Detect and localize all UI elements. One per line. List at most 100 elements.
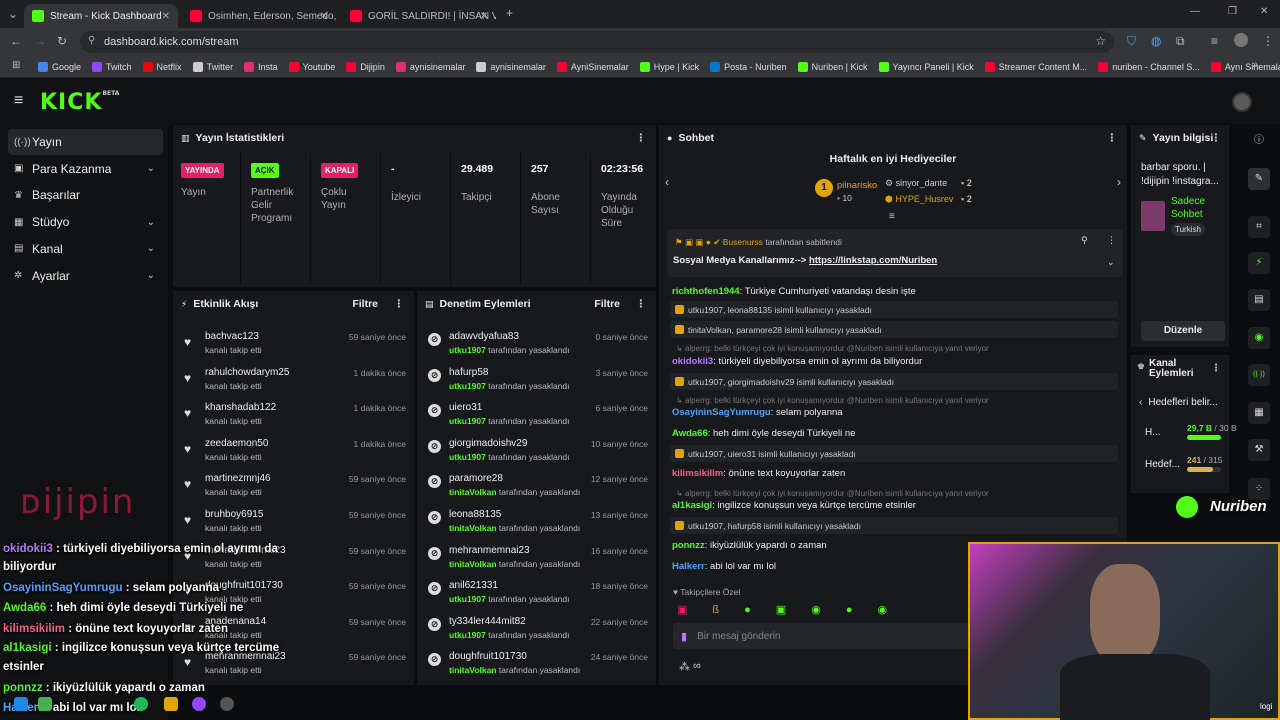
new-tab-button[interactable]: +	[506, 6, 513, 20]
bookmark-star-icon[interactable]: ☆	[1095, 34, 1106, 48]
back-icon[interactable]: ←	[10, 34, 22, 48]
tab-search-icon[interactable]: ⌄	[8, 7, 18, 21]
extension-shield-icon[interactable]: ⛉	[1127, 34, 1136, 49]
forward-icon[interactable]: →	[34, 34, 46, 48]
browser-tab[interactable]: Osimhen, Ederson, Semedo, Br...✕	[182, 4, 336, 28]
extension-globe-icon[interactable]: ◍	[1151, 34, 1161, 48]
wrench-icon[interactable]: ⚒	[1248, 439, 1270, 461]
chat-message[interactable]: richthofen1944: Türkiye Cumhuriyeti vata…	[672, 286, 916, 297]
moderation-row[interactable]: ⊘ paramore28 tinitaVolkan tarafından yasak…	[417, 469, 656, 505]
taskbar-app-icon[interactable]	[192, 697, 206, 711]
bookmark-item[interactable]: aynisinemalar	[395, 61, 465, 72]
taskbar-app-icon[interactable]	[14, 697, 28, 711]
site-info-icon[interactable]: ⚲	[88, 35, 95, 46]
moderation-row[interactable]: ⊘ mehranmemnai23 tinitaVolkan tarafından y…	[417, 541, 656, 577]
reload-icon[interactable]: ↻	[57, 34, 67, 48]
bookmark-item[interactable]: Insta	[244, 61, 278, 72]
browser-menu-icon[interactable]: ⋮	[1262, 34, 1274, 48]
chat-username[interactable]: Awda66	[672, 428, 708, 439]
bolt-icon[interactable]: ⚡	[1248, 252, 1270, 274]
moderation-row[interactable]: ⊘ ty334ler444mit82 utku1907 tarafından yas…	[417, 612, 656, 648]
activity-filter-button[interactable]: Filtre	[352, 298, 378, 310]
apps-grid-icon[interactable]: ⊞	[12, 60, 20, 71]
gifters-next-icon[interactable]: ›	[1117, 175, 1121, 189]
profile-avatar[interactable]	[1234, 33, 1248, 47]
bookmark-item[interactable]: Netflix	[142, 61, 182, 72]
bookmark-item[interactable]: Youtube	[288, 61, 335, 72]
extensions-puzzle-icon[interactable]: ⧉	[1176, 34, 1185, 49]
mic-icon[interactable]: ▮	[681, 630, 687, 643]
bookmark-item[interactable]: Google	[38, 61, 81, 72]
chat-icon[interactable]: ◉	[1248, 327, 1270, 349]
tab-close-icon[interactable]: ✕	[480, 11, 488, 22]
chat-message[interactable]: OsayininSagYumrugu: selam polyanna	[672, 407, 843, 418]
activity-menu-icon[interactable]: ⋮	[394, 298, 405, 310]
chat-message[interactable]: kilimsikilim: önüne text koyuyorlar zate…	[672, 468, 845, 479]
taskbar-app-icon[interactable]	[220, 697, 234, 711]
chat-reply-context[interactable]: ↳ alperrg: belki türkçeyi çok iyi konuşa…	[676, 489, 989, 498]
bookmark-item[interactable]: Posta - Nuriben	[710, 61, 787, 72]
kick-logo[interactable]: KICKBETA	[40, 90, 119, 115]
activity-row[interactable]: ♥ rahulchowdarym25 kanalı takip etti 1 daki…	[173, 363, 414, 399]
moderation-row[interactable]: ⊘ adawvdyafua83 utku1907 tarafından yasakl…	[417, 327, 656, 363]
chat-username[interactable]: Halkerr	[672, 561, 705, 572]
browser-tab[interactable]: GORİL SALDIRDI! | İNSAN VAH...✕	[342, 4, 496, 28]
chat-username[interactable]: ponnzz	[672, 540, 705, 551]
chat-username[interactable]: richthofen1944	[672, 286, 740, 297]
chat-reply-context[interactable]: ↳ alperrg: belki türkçeyi çok iyi konuşa…	[676, 344, 989, 353]
sidebar-item-kanal[interactable]: ▤ Kanal ⌄	[8, 236, 163, 262]
sidebar-item-yayın[interactable]: ((·)) Yayın	[8, 129, 163, 155]
broadcast-icon[interactable]: ((·))	[1248, 364, 1270, 386]
crop-icon[interactable]: ⌗	[1248, 216, 1270, 238]
url-field[interactable]: ⚲ dashboard.kick.com/stream ☆	[80, 31, 1114, 53]
moderation-row[interactable]: ⊘ doughfruit101730 tinitaVolkan tarafından…	[417, 647, 656, 683]
moderation-row[interactable]: ⊘ uiero31 utku1907 tarafından yasaklandı 6 …	[417, 398, 656, 434]
bookmark-item[interactable]: Hype | Kick	[639, 61, 699, 72]
taskbar-app-icon[interactable]	[38, 697, 52, 711]
bookmark-item[interactable]: aynisinemalar	[476, 61, 546, 72]
activity-row[interactable]: ♥ martinezmnj46 kanalı takip etti 59 saniye…	[173, 469, 414, 505]
tab-close-icon[interactable]: ✕	[320, 11, 328, 22]
gifters-prev-icon[interactable]: ‹	[665, 175, 669, 189]
info-icon[interactable]: ⓘ	[1248, 130, 1270, 152]
sidebar-item-başarılar[interactable]: ♛ Başarılar	[8, 182, 163, 208]
chat-message[interactable]: al1kasigi: ingilizce konuşsun veya kürtç…	[672, 500, 916, 511]
chevron-down-icon[interactable]: ⌄	[147, 217, 155, 228]
moderation-row[interactable]: ⊘ anil621331 utku1907 tarafından yasakland…	[417, 576, 656, 612]
stats-menu-icon[interactable]: ⋮	[636, 132, 647, 144]
chat-message[interactable]: okidokii3: türkiyeli diyebiliyorsa emin …	[672, 356, 922, 367]
goals-back-button[interactable]: ‹ Hedefleri belir...	[1139, 397, 1218, 408]
pinned-message[interactable]: ⚑ ▣ ▣ ● ✔ Busenurss tarafından sabitlend…	[667, 229, 1123, 277]
gifter-name[interactable]: ⬢ HYPE_Husrev	[885, 194, 953, 205]
filter-icon[interactable]: ≡	[889, 211, 895, 222]
gifter-name[interactable]: ⚙ sinyor_dante	[885, 178, 947, 189]
gifter-name[interactable]: piinarisko	[837, 180, 877, 191]
chat-username[interactable]: OsayininSagYumrugu	[672, 407, 771, 418]
close-window-icon[interactable]: ✕	[1260, 6, 1268, 17]
bookmark-item[interactable]: Nuriben | Kick	[797, 61, 868, 72]
edit-icon[interactable]: ✎	[1248, 168, 1270, 190]
pin-icon[interactable]: ⚲	[1081, 235, 1088, 246]
bookmarks-overflow-icon[interactable]: »	[1252, 59, 1258, 71]
pinned-link[interactable]: https://linkstap.com/Nuriben	[809, 255, 937, 266]
edit-info-button[interactable]: Düzenle	[1141, 321, 1225, 341]
moderation-row[interactable]: ⊘ giorgimadoishv29 utku1907 tarafından yas…	[417, 434, 656, 470]
info-menu-icon[interactable]: ⋮	[1211, 132, 1222, 144]
activity-row[interactable]: ♥ khanshadab122 kanalı takip etti 1 dakika …	[173, 398, 414, 434]
chat-username[interactable]: okidokii3	[672, 356, 713, 367]
bookmark-item[interactable]: Twitter	[192, 61, 233, 72]
chat-reply-context[interactable]: ↳ alperrg: belki türkçeyi çok iyi konuşa…	[676, 396, 989, 405]
activity-row[interactable]: ♥ zeedaemon50 kanalı takip etti 1 dakika ön…	[173, 434, 414, 470]
moderation-row[interactable]: ⊘ hafurp58 utku1907 tarafından yasaklandı 3…	[417, 363, 656, 399]
sidebar-item-ayarlar[interactable]: ✲ Ayarlar ⌄	[8, 263, 163, 289]
chevron-down-icon[interactable]: ⌄	[147, 270, 155, 281]
chevron-down-icon[interactable]: ⌄	[147, 163, 155, 174]
chat-username[interactable]: kilimsikilim	[672, 468, 723, 479]
chevron-down-icon[interactable]: ⌄	[1107, 257, 1115, 268]
maximize-icon[interactable]: ❐	[1228, 6, 1237, 17]
chat-username[interactable]: al1kasigi	[672, 500, 712, 511]
moderation-menu-icon[interactable]: ⋮	[636, 298, 647, 310]
document-icon[interactable]: ▤	[1248, 289, 1270, 311]
link-icon[interactable]: ∞	[693, 660, 701, 672]
minimize-icon[interactable]: —	[1190, 6, 1200, 17]
